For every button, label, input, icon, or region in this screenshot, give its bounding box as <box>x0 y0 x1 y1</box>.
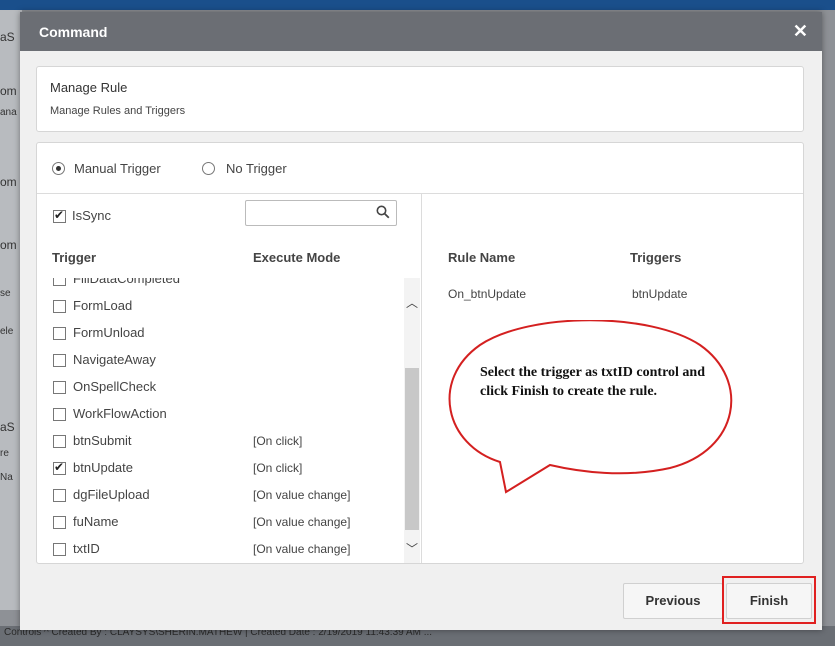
trigger-label: btnSubmit <box>73 433 132 448</box>
background-fragment: aS <box>0 30 15 44</box>
trigger-label: NavigateAway <box>73 352 156 367</box>
trigger-list-scrollbar[interactable]: ︿ ﹀ <box>404 278 420 563</box>
background-fragment: om <box>0 238 17 252</box>
background-top-bar <box>0 0 835 10</box>
background-fragment: aS <box>0 420 15 434</box>
trigger-checkbox[interactable] <box>53 435 66 448</box>
background-fragment: om <box>0 175 17 189</box>
rule-name-cell[interactable]: On_btnUpdate <box>448 287 526 301</box>
list-item[interactable]: fuName [On value change] <box>53 512 393 532</box>
search-icon[interactable] <box>376 205 390 219</box>
trigger-label: OnSpellCheck <box>73 379 157 394</box>
manage-rule-subtitle: Manage Rules and Triggers <box>50 105 186 117</box>
search-input[interactable] <box>245 200 397 226</box>
list-item[interactable]: FillDataCompleted <box>53 278 393 289</box>
issync-label[interactable]: IsSync <box>72 208 111 223</box>
trigger-checkbox[interactable] <box>53 460 66 475</box>
background-fragment: ana <box>0 107 17 118</box>
execute-mode: [On value change] <box>253 488 351 502</box>
rule-name-column-header: Rule Name <box>448 250 516 265</box>
background-fragment: ele <box>0 326 14 337</box>
execute-mode: [On click] <box>253 434 303 448</box>
triggers-column-header: Triggers <box>630 250 682 265</box>
no-trigger-radio[interactable] <box>202 162 215 175</box>
trigger-label: WorkFlowAction <box>73 406 167 421</box>
manage-rule-title: Manage Rule <box>50 80 128 95</box>
trigger-checkbox[interactable] <box>53 408 66 421</box>
list-item[interactable]: FormUnload <box>53 323 393 343</box>
manual-trigger-radio[interactable] <box>52 162 65 175</box>
trigger-checkbox[interactable] <box>53 327 66 340</box>
trigger-label: FillDataCompleted <box>73 278 180 286</box>
chevron-down-icon[interactable]: ﹀ <box>404 540 420 556</box>
list-item[interactable]: WorkFlowAction <box>53 404 393 424</box>
trigger-checkbox[interactable] <box>53 354 66 367</box>
trigger-label: btnUpdate <box>73 460 133 475</box>
list-item[interactable]: FormLoad <box>53 296 393 316</box>
execute-mode: [On value change] <box>253 542 351 556</box>
scrollbar-thumb[interactable] <box>405 368 419 530</box>
background-fragment: om <box>0 84 17 98</box>
callout-text: Select the trigger as txtID control and … <box>480 365 705 399</box>
list-item[interactable]: txtID [On value change] <box>53 539 393 559</box>
previous-button[interactable]: Previous <box>623 583 723 619</box>
close-icon[interactable]: ✕ <box>793 21 808 42</box>
trigger-mode-group: Manual Trigger No Trigger <box>37 143 803 194</box>
trigger-checkbox[interactable] <box>53 489 66 502</box>
callout-bubble <box>448 320 733 494</box>
rule-triggers-cell[interactable]: btnUpdate <box>632 287 687 301</box>
no-trigger-label[interactable]: No Trigger <box>226 161 287 176</box>
trigger-list: FillDataCompleted FormLoad FormUnload Na… <box>37 278 421 563</box>
background-fragment: Na <box>0 472 13 483</box>
trigger-label: fuName <box>73 514 119 529</box>
dialog-title: Command <box>39 24 108 40</box>
manual-trigger-label[interactable]: Manual Trigger <box>74 161 161 176</box>
trigger-checkbox[interactable] <box>53 516 66 529</box>
finish-highlight-box <box>722 576 816 624</box>
trigger-label: FormLoad <box>73 298 133 313</box>
trigger-checkbox[interactable] <box>53 300 66 313</box>
chevron-up-icon[interactable]: ︿ <box>404 294 420 310</box>
trigger-list-pane: IsSync Trigger Execute Mode FillDataComp… <box>37 194 422 563</box>
execute-mode: [On value change] <box>253 515 351 529</box>
trigger-column-header: Trigger <box>52 250 97 265</box>
background-fragment: se <box>0 288 11 299</box>
trigger-label: FormUnload <box>73 325 145 340</box>
trigger-checkbox[interactable] <box>53 278 66 286</box>
trigger-label: txtID <box>73 541 100 556</box>
trigger-label: dgFileUpload <box>73 487 150 502</box>
list-item[interactable]: NavigateAway <box>53 350 393 370</box>
manage-rule-card: Manage Rule Manage Rules and Triggers <box>36 66 804 132</box>
list-item[interactable]: btnUpdate [On click] <box>53 458 393 478</box>
background-fragment: re <box>0 448 9 459</box>
execute-mode-column-header: Execute Mode <box>253 250 341 265</box>
trigger-checkbox[interactable] <box>53 543 66 556</box>
list-item[interactable]: btnSubmit [On click] <box>53 431 393 451</box>
dialog-header: Command ✕ <box>20 12 822 51</box>
issync-checkbox[interactable] <box>53 208 66 223</box>
list-item[interactable]: dgFileUpload [On value change] <box>53 485 393 505</box>
list-item[interactable]: OnSpellCheck <box>53 377 393 397</box>
trigger-checkbox[interactable] <box>53 381 66 394</box>
execute-mode: [On click] <box>253 461 303 475</box>
background-left-panel: aS om ana om om se ele aS re Na <box>0 10 22 610</box>
